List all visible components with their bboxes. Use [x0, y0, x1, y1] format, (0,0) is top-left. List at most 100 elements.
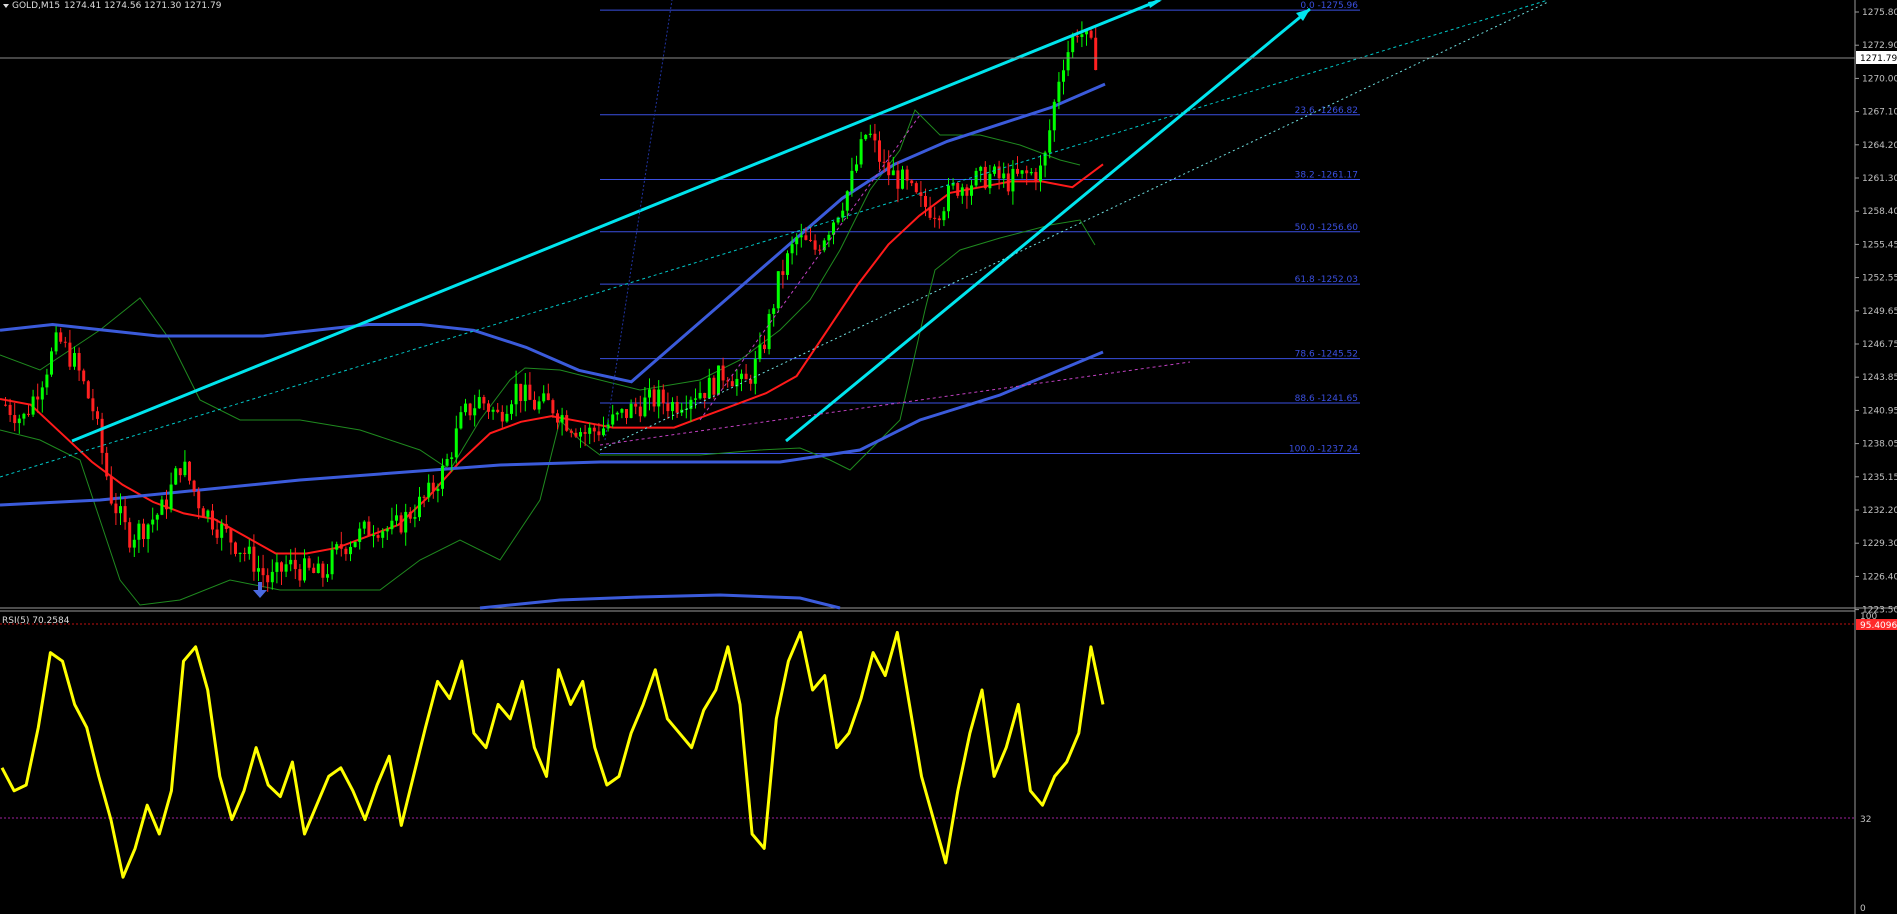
chart-background: [0, 0, 1897, 914]
candle-body: [528, 384, 532, 400]
candle-body: [77, 353, 81, 371]
price-tick-label: 1249.65: [1862, 307, 1897, 317]
candle-body: [648, 389, 651, 398]
candle-body: [307, 558, 311, 568]
candle-body: [8, 404, 12, 416]
candle-body: [859, 139, 863, 165]
candle-body: [275, 562, 279, 572]
candle-body: [261, 568, 265, 576]
candle-body: [114, 503, 118, 514]
current-price-label: 1271.79: [1860, 54, 1897, 64]
candle-body: [974, 170, 978, 186]
fib-level-label: 23.6 -1266.82: [1295, 106, 1358, 116]
candle-body: [119, 506, 122, 514]
fib-level-label: 78.6 -1245.52: [1295, 350, 1358, 360]
candle-body: [661, 389, 665, 404]
price-tick-label: 1255.45: [1862, 240, 1897, 250]
candle-body: [579, 432, 582, 437]
candle-body: [40, 387, 44, 400]
candle-body: [247, 546, 251, 554]
candle-body: [1066, 52, 1070, 71]
price-tick-label: 1240.95: [1862, 406, 1897, 416]
candle-body: [818, 249, 822, 251]
candle-body: [243, 552, 247, 554]
candle-body: [749, 379, 753, 384]
trading-chart[interactable]: GOLD,M15 1274.41 1274.56 1271.30 1271.79…: [0, 0, 1897, 914]
candle-body: [790, 244, 794, 254]
candle-body: [63, 341, 67, 343]
candle-body: [413, 517, 417, 519]
candle-body: [937, 218, 941, 221]
candle-body: [459, 412, 463, 429]
candle-body: [942, 211, 946, 221]
price-tick-label: 1270.00: [1862, 74, 1897, 84]
candle-body: [740, 373, 743, 379]
candle-body: [873, 133, 877, 141]
candle-body: [257, 568, 260, 572]
candle-body: [1011, 168, 1015, 192]
candle-body: [381, 531, 385, 538]
candle-body: [50, 351, 53, 375]
candle-body: [335, 544, 339, 550]
candle-body: [408, 511, 412, 519]
price-tick-label: 1252.55: [1862, 274, 1897, 284]
candle-body: [312, 567, 316, 573]
candle-body: [1094, 37, 1098, 71]
candle-body: [914, 183, 918, 193]
candle-body: [13, 415, 17, 424]
price-tick-label: 1246.75: [1862, 340, 1897, 350]
fib-level-label: 88.6 -1241.65: [1295, 394, 1358, 404]
candle-body: [86, 381, 90, 399]
candle-body: [1006, 173, 1010, 192]
candle-body: [137, 523, 141, 540]
candle-body: [132, 539, 136, 548]
candle-body: [215, 529, 219, 538]
candle-body: [321, 563, 325, 578]
candle-body: [505, 413, 509, 422]
candle-body: [353, 541, 357, 547]
candle-body: [17, 418, 21, 424]
candle-body: [629, 403, 633, 418]
candle-body: [671, 402, 674, 412]
candle-body: [220, 523, 224, 538]
price-tick-label: 1275.80: [1862, 8, 1897, 18]
price-tick-label: 1235.15: [1862, 473, 1897, 483]
candle-body: [772, 308, 776, 314]
candle-body: [496, 409, 500, 412]
candle-body: [330, 549, 334, 575]
fib-level-label: 100.0 -1237.24: [1289, 444, 1358, 454]
candle-body: [289, 559, 293, 565]
candle-body: [703, 392, 707, 399]
candle-body: [1039, 165, 1042, 182]
candle-body: [983, 166, 987, 189]
fib-level-label: 50.0 -1256.60: [1295, 223, 1359, 233]
candle-body: [238, 552, 242, 554]
symbol-label: GOLD,M15: [12, 1, 60, 11]
candle-body: [933, 217, 937, 219]
candle-body: [523, 384, 527, 402]
candle-body: [128, 522, 132, 548]
candle-body: [390, 520, 394, 530]
rsi-axis-mid: 32: [1860, 815, 1871, 825]
rsi-level-marker-label: 95.4096: [1860, 621, 1897, 631]
candle-body: [712, 377, 716, 395]
candle-body: [385, 529, 389, 532]
ohlc-label: 1274.41 1274.56 1271.30 1271.79: [64, 1, 222, 11]
candle-body: [450, 457, 454, 459]
candle-body: [970, 185, 973, 196]
candle-body: [477, 397, 481, 409]
candle-body: [146, 524, 150, 540]
candle-body: [367, 521, 371, 536]
candle-body: [266, 575, 270, 583]
candle-body: [4, 404, 7, 406]
candle-body: [206, 510, 210, 517]
candle-body: [905, 169, 909, 181]
candle-body: [615, 412, 619, 415]
candle-body: [165, 499, 168, 510]
candle-body: [1057, 81, 1061, 102]
candle-body: [569, 430, 573, 433]
candle-body: [901, 169, 904, 189]
candle-body: [344, 548, 348, 555]
candle-body: [537, 401, 541, 410]
candle-body: [316, 563, 320, 573]
